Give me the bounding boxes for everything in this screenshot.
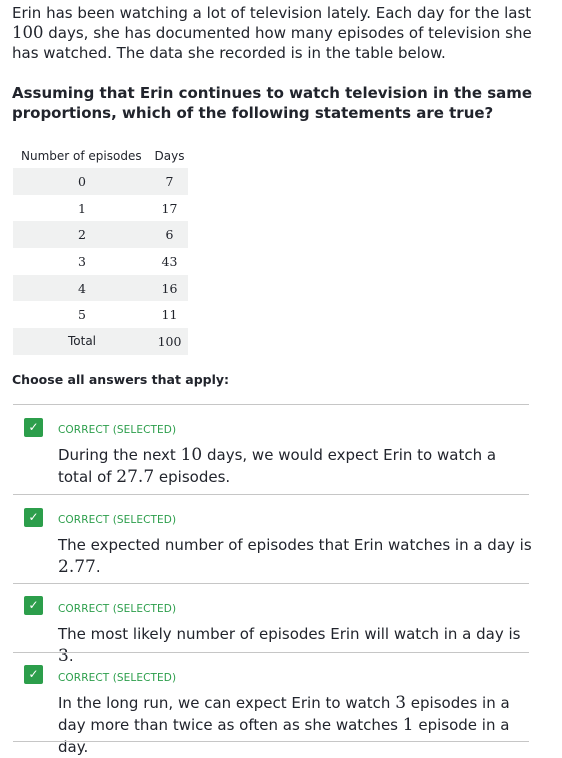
episodes-table: Number of episodes Days 0 7 1 17 2 6 3 4… (13, 144, 188, 355)
table-cell: 3 (78, 253, 86, 269)
table-row: 0 7 (13, 168, 188, 195)
choice-text-part: The most likely number of episodes Erin … (58, 625, 521, 643)
intro-text: Erin has been watching a lot of televisi… (12, 4, 532, 22)
choice-text-part: . (95, 558, 101, 576)
choice-text-part: During the next (58, 446, 181, 464)
table-cell: 5 (78, 307, 86, 323)
intro-text-continued: days, she has documented how many episod… (12, 24, 532, 62)
choice-divider (13, 494, 529, 495)
choice-status-label: CORRECT (SELECTED) (58, 603, 177, 615)
table-cell: 7 (151, 168, 188, 195)
table-cell: 6 (151, 221, 188, 249)
table-row: 3 43 (13, 248, 188, 275)
table-row: 4 16 (13, 274, 188, 302)
choice-math: 3 (395, 693, 407, 713)
table-cell: 0 (13, 168, 151, 195)
choice-text-part: . (68, 647, 74, 665)
choice-status-label: CORRECT (SELECTED) (58, 672, 177, 684)
choice-math: 10 (180, 445, 203, 465)
choice-math: 1 (402, 715, 414, 735)
choice-divider (13, 741, 529, 742)
choice-text[interactable]: The most likely number of episodes Erin … (58, 623, 533, 667)
choice-text-part: episodes. (154, 468, 231, 486)
choice-math: 27.7 (116, 467, 155, 487)
table-cell: 17 (161, 200, 178, 216)
problem-statement: Erin has been watching a lot of televisi… (12, 3, 542, 63)
choice-status-label: CORRECT (SELECTED) (58, 514, 177, 526)
checkbox-checked-icon[interactable]: ✓ (24, 508, 43, 527)
checkbox-checked-icon[interactable]: ✓ (24, 665, 43, 684)
choose-all-label: Choose all answers that apply: (12, 372, 230, 387)
table-cell: 11 (161, 307, 178, 323)
table-header-row: Number of episodes Days (13, 144, 188, 168)
question-text: Assuming that Erin continues to watch te… (12, 84, 533, 122)
choice-divider (13, 404, 529, 405)
choice-text[interactable]: In the long run, we can expect Erin to w… (58, 692, 533, 758)
table-cell: 2 (13, 221, 151, 249)
table-cell: 4 (13, 274, 151, 302)
table-total-row: Total 100 (13, 328, 188, 355)
choice-text-part: The expected number of episodes that Eri… (58, 536, 532, 554)
choice-math: 2.77 (58, 557, 96, 577)
table-cell: 1 (78, 200, 86, 216)
choice-math: 3 (58, 646, 69, 666)
exercise-page: Erin has been watching a lot of televisi… (0, 0, 562, 756)
table-row: 1 17 (13, 195, 188, 222)
days-number: 100 (12, 23, 44, 42)
table-cell: 16 (151, 274, 188, 302)
column-header-episodes: Number of episodes (21, 149, 142, 163)
checkbox-checked-icon[interactable]: ✓ (24, 418, 43, 437)
table-row: 2 6 (13, 221, 188, 249)
table-cell-total-label: Total (13, 328, 151, 355)
table-row: 5 11 (13, 301, 188, 328)
checkbox-checked-icon[interactable]: ✓ (24, 596, 43, 615)
column-header-days: Days (154, 149, 185, 163)
choice-divider (13, 652, 529, 653)
table-cell-total-value: 100 (151, 328, 188, 355)
choice-status-label: CORRECT (SELECTED) (58, 424, 177, 436)
choice-divider (13, 583, 529, 584)
table-cell: 43 (161, 253, 178, 269)
choice-text[interactable]: The expected number of episodes that Eri… (58, 534, 533, 578)
choice-text-part: In the long run, we can expect Erin to w… (58, 694, 396, 712)
choice-text[interactable]: During the next 10 days, we would expect… (58, 444, 533, 488)
